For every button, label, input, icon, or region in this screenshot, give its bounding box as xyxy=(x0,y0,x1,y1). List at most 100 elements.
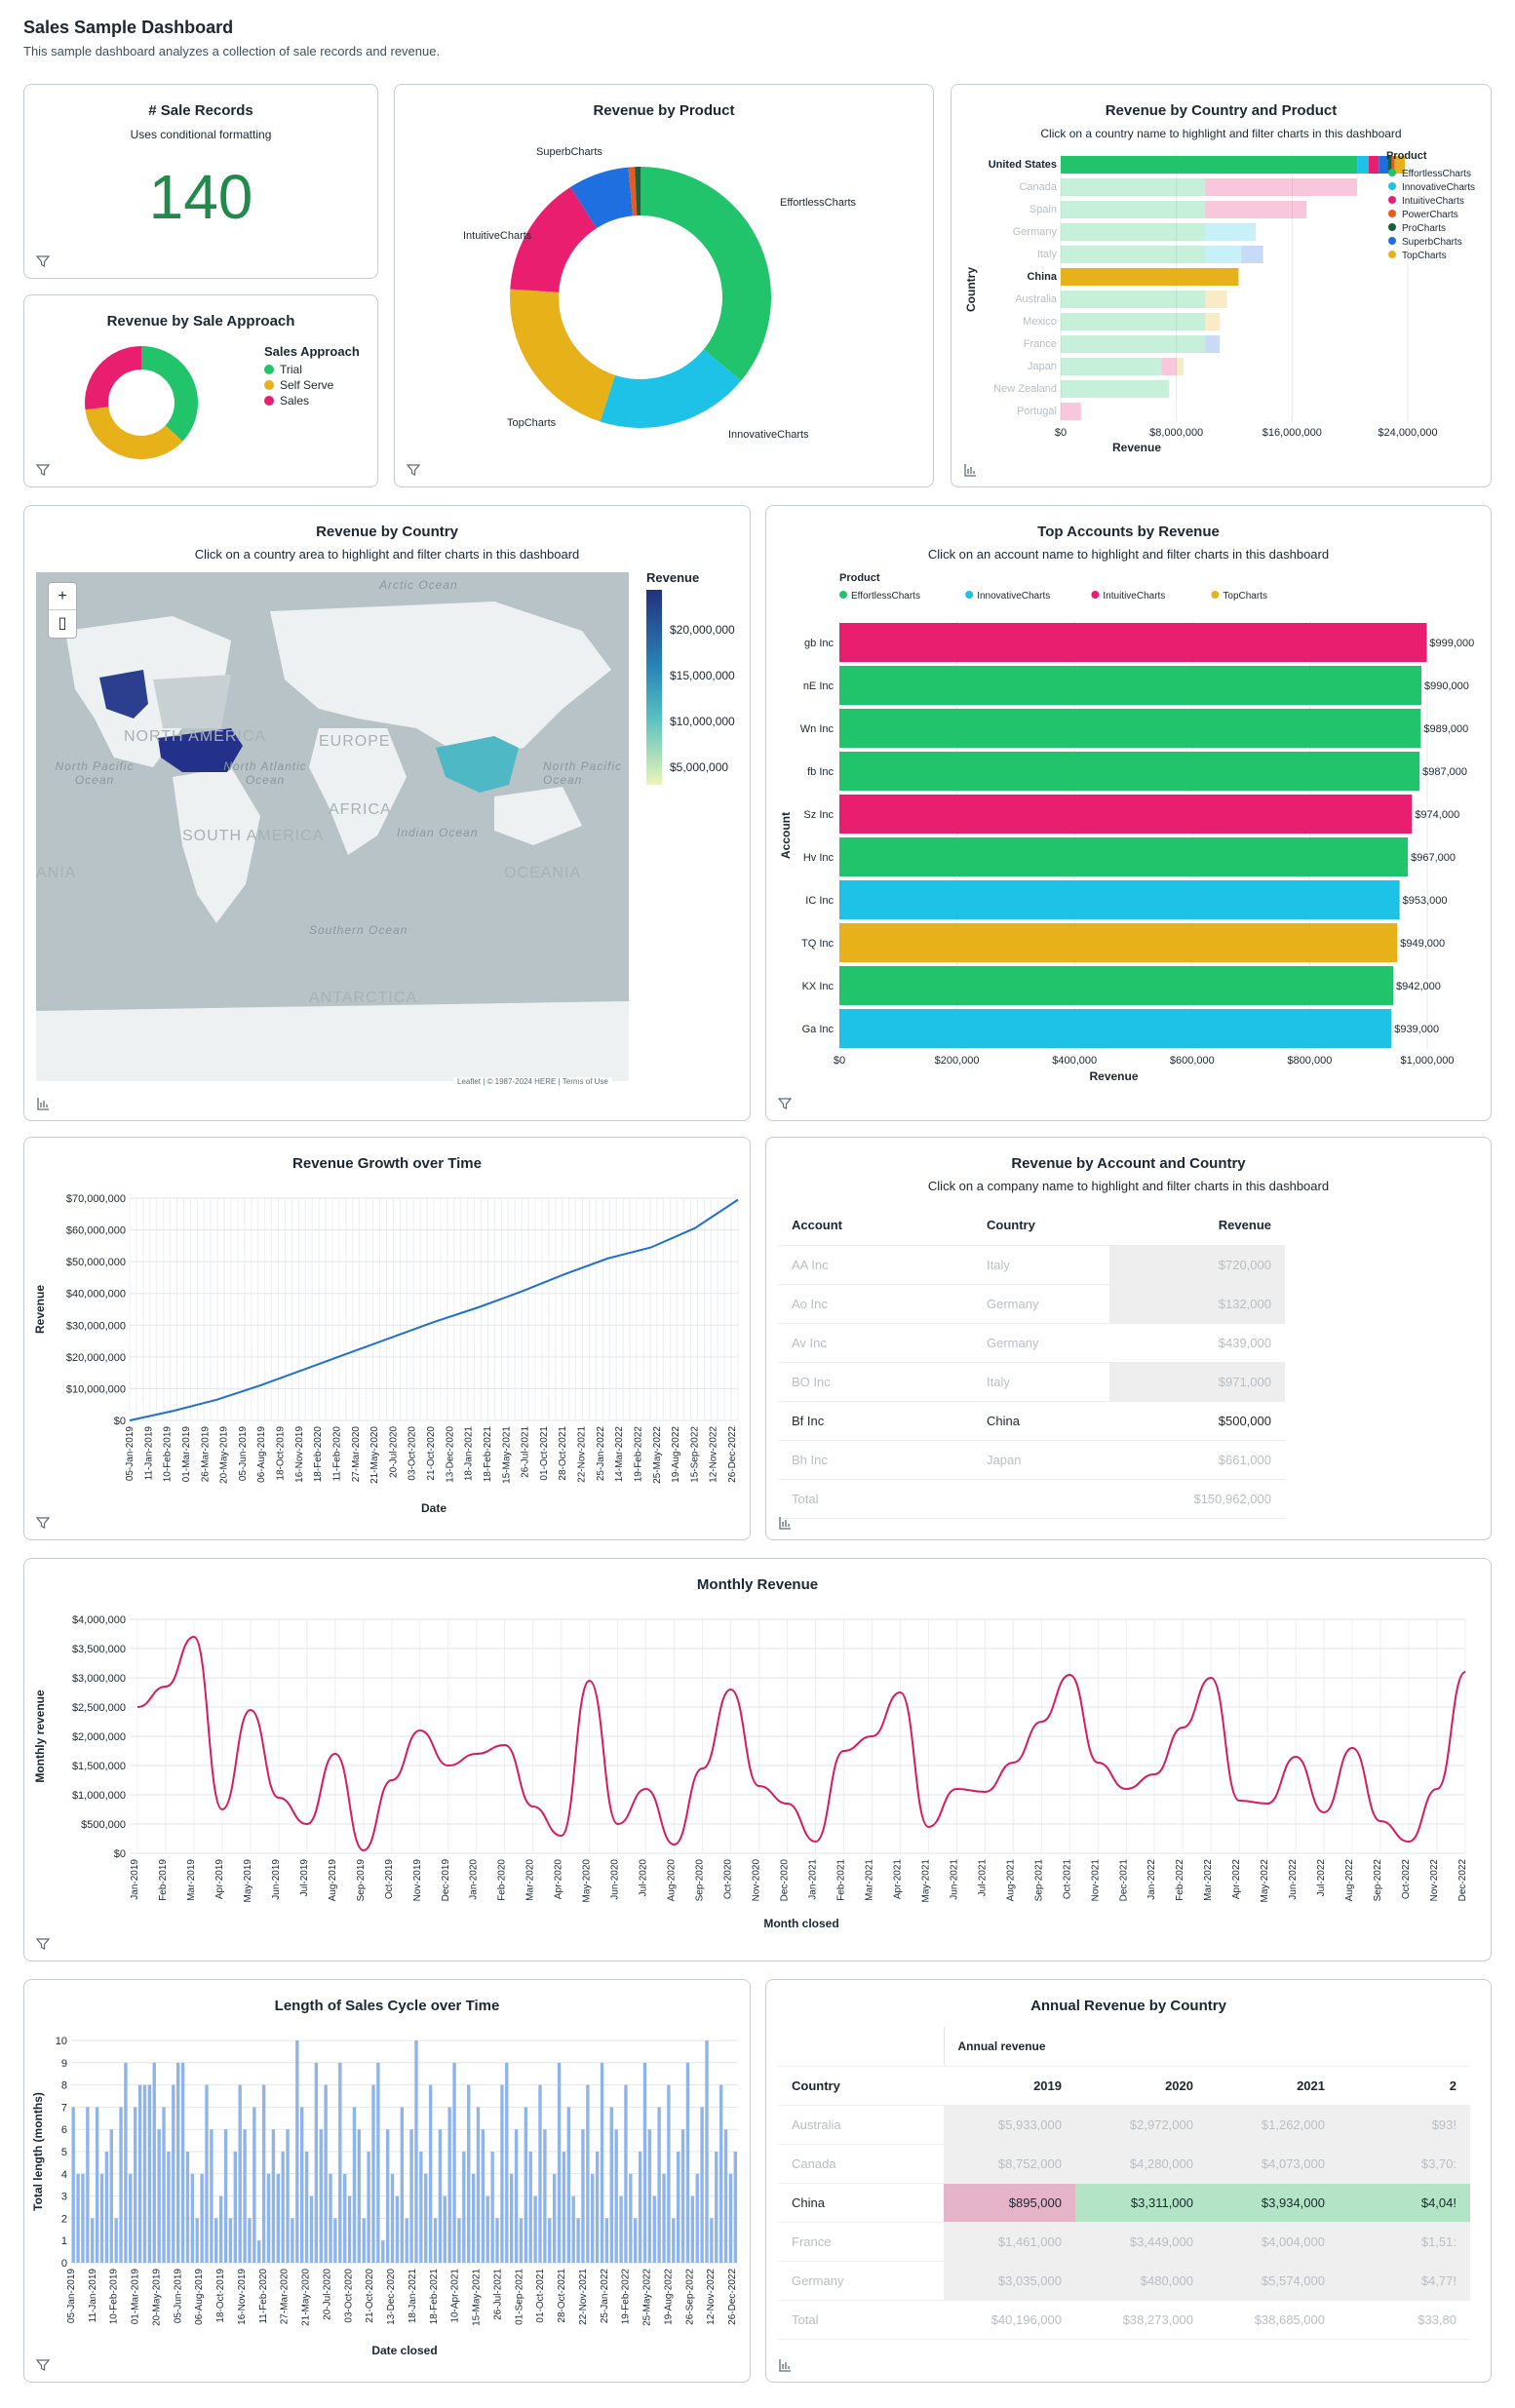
filter-icon[interactable] xyxy=(36,254,50,268)
table-row[interactable]: France $1,461,000 $3,449,000 $4,004,000 $1,5… xyxy=(778,2222,1470,2262)
table-row[interactable]: AA Inc Italy $720,000 xyxy=(778,1245,1285,1285)
country-product-bar-chart[interactable]: $0 $8,000,000 $16,000,000 $24,000,000 United… xyxy=(952,143,1492,455)
account-country-card[interactable]: Revenue by Account and Country Click on … xyxy=(765,1137,1492,1540)
x-tick-label: Nov-2022 xyxy=(1429,1859,1440,1902)
legend-label: InnovativeCharts xyxy=(1402,182,1475,193)
card-title: Monthly Revenue xyxy=(696,1576,819,1593)
cycle-bar xyxy=(715,2152,719,2263)
sale-records-card[interactable]: # Sale Records Uses conditional formatti… xyxy=(23,84,378,279)
sale-approach-card[interactable]: Revenue by Sale Approach Sales Approach … xyxy=(23,294,378,487)
x-tick-label: 27-Mar-2020 xyxy=(351,1426,362,1483)
table-cell: $4,280,000 xyxy=(1075,2144,1207,2184)
x-tick-label: 10-Feb-2019 xyxy=(163,1426,174,1483)
legend-dot xyxy=(264,396,274,406)
product-donut-chart[interactable]: EffortlessCharts InnovativeCharts TopChart… xyxy=(395,85,934,487)
x-tick-label: Dec-2019 xyxy=(441,1859,451,1902)
chart-icon[interactable] xyxy=(36,1097,50,1110)
table-row[interactable]: Ao Inc Germany $132,000 xyxy=(778,1284,1285,1324)
monthly-revenue-line-chart[interactable]: $4,000,000 $3,500,000 $3,000,000 $2,500,000… xyxy=(24,1598,1492,1939)
y-tick-label: $50,000,000 xyxy=(66,1257,126,1268)
cycle-bar xyxy=(700,2107,704,2263)
x-tick-label: 20-Jul-2020 xyxy=(322,2269,332,2320)
x-tick-label: 01-Sep-2021 xyxy=(514,2269,524,2325)
total-value: $38,685,000 xyxy=(1207,2300,1339,2340)
cycle-bar xyxy=(634,2218,638,2263)
sales-cycle-card[interactable]: Length of Sales Cycle over Time 10 9 8 7 6 5 4… xyxy=(23,1979,751,2383)
cycle-bar xyxy=(347,2195,352,2263)
data-label: $989,000 xyxy=(1423,723,1468,735)
table-row[interactable]: China $895,000 $3,311,000 $3,934,000 $4,04! xyxy=(778,2183,1470,2223)
x-tick-label: Sep-2021 xyxy=(1033,1859,1044,1902)
x-tick-label: 18-Oct-2019 xyxy=(215,2269,226,2323)
top-accounts-bar-chart[interactable]: Product EffortlessCharts InnovativeCharts I… xyxy=(766,564,1492,1091)
filter-icon[interactable] xyxy=(407,463,420,477)
annual-revenue-table[interactable]: Annual revenue Country 2019 2020 2021 2 Austra… xyxy=(778,2027,1491,2340)
cycle-bar xyxy=(352,2107,357,2263)
x-tick-label: 10-Feb-2019 xyxy=(109,2269,120,2325)
table-row[interactable]: Av Inc Germany $439,000 xyxy=(778,1323,1285,1363)
x-tick-label: 21-Oct-2020 xyxy=(365,2269,375,2323)
revenue-growth-line-chart[interactable]: $70,000,000 $60,000,000 $50,000,000 $40,000… xyxy=(24,1177,751,1518)
map-zoom-controls[interactable]: + ▯ xyxy=(48,582,77,639)
table-row[interactable]: Bh Inc Japan $661,000 xyxy=(778,1440,1285,1480)
column-header[interactable]: 2020 xyxy=(1075,2066,1207,2106)
table-row[interactable]: Bf Inc China $500,000 xyxy=(778,1401,1285,1441)
revenue-country-product-card[interactable]: Revenue by Country and Product Click on … xyxy=(951,84,1492,487)
column-header[interactable]: 2019 xyxy=(944,2066,1075,2106)
table-row[interactable]: Canada $8,752,000 $4,280,000 $4,073,000 $3,7… xyxy=(778,2144,1470,2184)
column-header[interactable]: Country xyxy=(973,1206,1109,1246)
revenue-by-product-card[interactable]: Revenue by Product EffortlessCharts Innov… xyxy=(394,84,934,487)
legend-item[interactable]: Trial xyxy=(264,362,360,377)
total-label: Total xyxy=(778,2300,944,2340)
data-table[interactable]: Annual revenue Country 2019 2020 2021 2 Austra… xyxy=(778,2027,1470,2340)
revenue-growth-card[interactable]: Revenue Growth over Time $70,000,000 $60,… xyxy=(23,1137,751,1540)
zoom-in-button[interactable]: + xyxy=(49,583,76,610)
cycle-bar xyxy=(261,2084,266,2263)
bar-segment xyxy=(1205,201,1307,218)
account-country-table[interactable]: Account Country Revenue AA Inc Italy $720,000… xyxy=(778,1206,1285,1519)
filter-icon[interactable] xyxy=(36,463,50,477)
bar-segment xyxy=(1205,178,1358,196)
world-map[interactable]: + ▯ Arctic Ocean North Pacific Ocean Nor… xyxy=(36,572,629,1081)
monthly-revenue-card[interactable]: Monthly Revenue $4,000,000 $3,500,000 $3,0… xyxy=(23,1558,1492,1961)
map-legend-ticks: $20,000,000 $15,000,000 $10,000,000 $5,0… xyxy=(670,607,735,791)
annual-revenue-card[interactable]: Annual Revenue by Country Annual revenue… xyxy=(765,1979,1492,2383)
cycle-bar xyxy=(438,2129,443,2263)
column-header[interactable]: Country xyxy=(778,2066,944,2106)
filter-icon[interactable] xyxy=(778,1097,792,1110)
sale-approach-donut[interactable] xyxy=(83,344,200,461)
table-row[interactable]: Germany $3,035,000 $480,000 $5,574,000 $4,77… xyxy=(778,2261,1470,2301)
legend-title: Sales Approach xyxy=(264,344,360,359)
cycle-bar xyxy=(109,2129,113,2263)
card-subtitle: Uses conditional formatting xyxy=(130,128,272,141)
filter-icon[interactable] xyxy=(36,1937,50,1951)
column-header[interactable]: 2021 xyxy=(1207,2066,1339,2106)
x-tick-label: 26-Dec-2022 xyxy=(727,1426,738,1483)
data-table[interactable]: Account Country Revenue AA Inc Italy $720,000… xyxy=(778,1206,1285,1519)
chart-icon[interactable] xyxy=(778,2358,792,2372)
table-row[interactable]: BO Inc Italy $971,000 xyxy=(778,1362,1285,1402)
sales-cycle-bar-chart[interactable]: 10987654321005-Jan-2019 11-Jan-2019 10-Feb… xyxy=(24,2019,751,2360)
ocean-label: Southern Ocean xyxy=(309,923,408,937)
filter-icon[interactable] xyxy=(36,2358,50,2372)
revenue-by-country-card[interactable]: Revenue by Country Click on a country ar… xyxy=(23,505,751,1121)
filter-icon[interactable] xyxy=(36,1516,50,1530)
map-attribution[interactable]: Leaflet | © 1987-2024 HERE | Terms of Us… xyxy=(453,1077,612,1086)
top-accounts-card[interactable]: Top Accounts by Revenue Click on an acco… xyxy=(765,505,1492,1121)
zoom-out-button[interactable]: ▯ xyxy=(49,610,76,638)
chart-icon[interactable] xyxy=(778,1516,792,1530)
x-tick-label: $16,000,000 xyxy=(1262,427,1322,439)
data-label: $987,000 xyxy=(1422,766,1467,778)
chart-icon[interactable] xyxy=(963,463,977,477)
column-header[interactable]: 2 xyxy=(1339,2066,1470,2106)
legend-item[interactable]: Sales xyxy=(264,393,360,408)
column-header[interactable]: Revenue xyxy=(1109,1206,1285,1246)
cycle-bar xyxy=(619,2195,623,2263)
table-row[interactable]: Australia $5,933,000 $2,972,000 $1,262,000 $… xyxy=(778,2105,1470,2145)
legend-item[interactable]: Self Serve xyxy=(264,377,360,393)
x-axis-title: Month closed xyxy=(763,1917,838,1930)
column-header[interactable]: Account xyxy=(778,1206,973,1246)
cycle-bar xyxy=(624,2084,628,2263)
cycle-bar xyxy=(362,2218,366,2263)
slice-label: EffortlessCharts xyxy=(780,197,857,209)
